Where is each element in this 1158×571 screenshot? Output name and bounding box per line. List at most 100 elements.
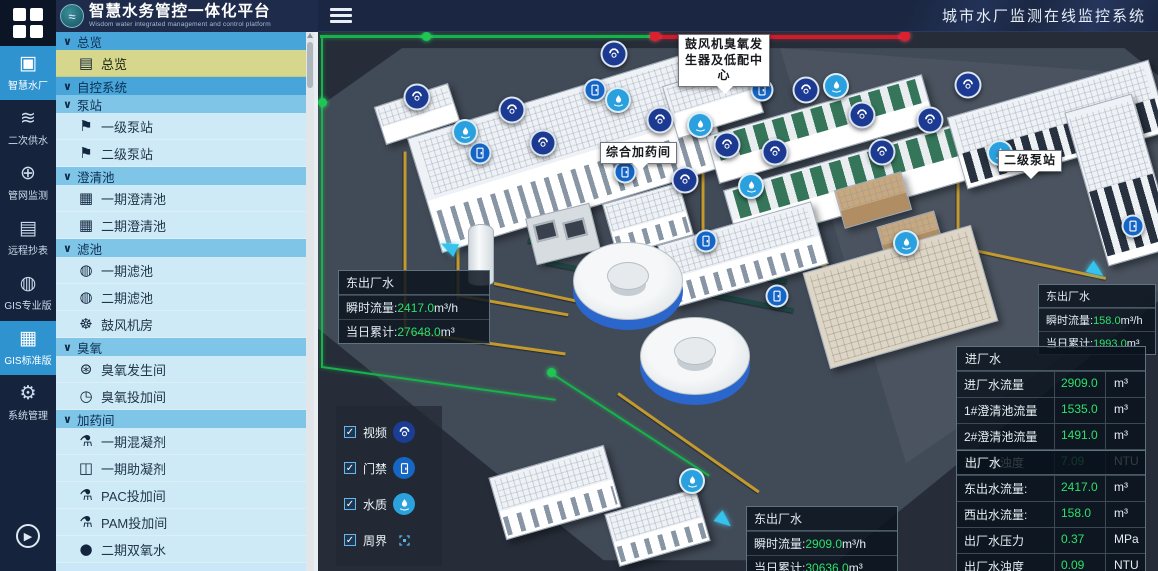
water-marker[interactable] [687,112,713,138]
sidebar-item-remote-meter[interactable]: ▤ 远程抄表 [0,211,56,265]
sidebar-item-gis-pro[interactable]: ◍ GIS专业版 [0,266,56,320]
camera-marker[interactable] [530,130,557,157]
sidebar-item-secondary-water[interactable]: ≋ 二次供水 [0,101,56,155]
legend-item-perimeter[interactable]: ✓ 周界 [336,522,442,558]
tree-item-clarifier-phase2[interactable]: ▦二期澄清池 [56,212,306,239]
video-checkbox[interactable]: ✓ [344,426,356,438]
camera-marker[interactable] [672,167,699,194]
door-access-icon [393,457,415,479]
menu-toggle-icon[interactable] [330,5,352,26]
tree-group-ozone[interactable]: ∨臭氧 [56,338,306,356]
water-marker[interactable] [452,119,478,145]
perimeter-line-green [320,35,656,38]
chevron-down-icon: ∨ [63,170,72,183]
camera-marker[interactable] [404,84,431,111]
pipe-network-icon: ⊕ [20,164,36,183]
water-quality-icon [393,493,415,515]
smart-plant-icon: ▣ [19,54,37,73]
scroll-up-icon [307,33,313,38]
camera-marker[interactable] [601,41,628,68]
water-marker[interactable] [738,173,764,199]
door-checkbox[interactable]: ✓ [344,462,356,474]
tree-item-ozone-dosing[interactable]: ◷臭氧投加间 [56,383,306,410]
sidebar-item-system-manage[interactable]: ⚙ 系统管理 [0,376,56,430]
sidebar-expand-button[interactable]: ▶ [16,524,40,548]
scene-label-pump-station-2: 二级泵站 [998,150,1062,172]
door-marker[interactable] [469,142,492,165]
gis-pro-icon: ◍ [20,274,37,293]
door-marker[interactable] [766,285,789,308]
table-row: 出厂水压力0.37MPa [957,527,1145,553]
camera-marker[interactable] [849,102,876,129]
panel-splitter[interactable] [314,32,318,571]
chevron-down-icon: ∨ [63,98,72,111]
chevron-down-icon: ∨ [63,242,72,255]
tree-item-filter-phase1[interactable]: ◍一期滤池 [56,257,306,284]
apps-grid-button[interactable] [0,0,56,46]
secondary-water-icon: ≋ [20,109,36,128]
perimeter-node [318,98,327,107]
camera-marker[interactable] [499,97,526,124]
perimeter-checkbox[interactable]: ✓ [344,534,356,546]
tree-item-blower-room[interactable]: ☸鼓风机房 [56,311,306,338]
tree-scrollbar-thumb[interactable] [307,42,313,88]
camera-marker[interactable] [714,132,741,159]
table-row: 1#澄清池流量1535.0m³ [957,397,1145,423]
tree-group-filter[interactable]: ∨滤池 [56,239,306,257]
sidebar-item-smart-plant[interactable]: ▣ 智慧水厂 [0,46,56,100]
legend-item-door[interactable]: ✓ 门禁 [336,450,442,486]
door-marker[interactable] [1122,215,1145,238]
legend-item-video[interactable]: ✓ 视频 [336,414,442,450]
water-marker[interactable] [893,230,919,256]
tree-item-pump-station-2[interactable]: ⚑二级泵站 [56,140,306,167]
perimeter-node-alarm [900,32,910,41]
tree-item-overview[interactable]: ▤总览 [56,50,306,77]
tree-item-clarifier-phase1[interactable]: ▦一期澄清池 [56,185,306,212]
tree-item-filter-phase2[interactable]: ◍二期滤池 [56,284,306,311]
sidebar-item-pipe-network[interactable]: ⊕ 管网监测 [0,156,56,210]
camera-marker[interactable] [955,72,982,99]
outflow-water-table: 出厂水 东出水流量:2417.0m³ 西出水流量:158.0m³ 出厂水压力0.… [956,450,1146,571]
door-marker[interactable] [695,230,718,253]
tree-scrollbar[interactable] [306,32,314,571]
system-manage-icon: ⚙ [19,384,36,403]
tree-item-pam-dosing[interactable]: ⚗PAM投加间 [56,509,306,536]
tree-item-pump-station-1[interactable]: ⚑一级泵站 [56,113,306,140]
coagulant-aid-icon: ◫ [75,459,97,477]
filter-pool-icon: ◍ [75,288,97,306]
plant-3d-scene[interactable]: 鼓风机臭氧发生器及低配中心 综合加药间 二级泵站 东出厂水 瞬时流量:2417.… [318,32,1158,571]
water-marker[interactable] [605,87,631,113]
pump-station-icon: ⚑ [75,117,97,135]
tree-item-coagulant-aid-phase1[interactable]: ◫一期助凝剂 [56,455,306,482]
tree-group-clarifier[interactable]: ∨澄清池 [56,167,306,185]
sidebar-item-gis-standard[interactable]: ▦ GIS标准版 [0,321,56,375]
flow-tag-east-3: 东出厂水 瞬时流量:2909.0m³/h 当日累计:30636.0m³ [746,506,898,571]
camera-marker[interactable] [917,107,944,134]
chevron-down-icon: ∨ [63,80,72,93]
water-quality-checkbox[interactable]: ✓ [344,498,356,510]
tree-group-pump-station[interactable]: ∨泵站 [56,95,306,113]
door-marker[interactable] [584,79,607,102]
gis-standard-icon: ▦ [19,329,37,348]
table-row: 进厂水流量2909.0m³ [957,371,1145,397]
pam-dosing-icon: ⚗ [75,513,97,531]
water-marker[interactable] [823,73,849,99]
camera-marker[interactable] [793,77,820,104]
app-title: 智慧水务管控一体化平台 [89,4,271,20]
tree-group-dosing-room[interactable]: ∨加药间 [56,410,306,428]
perimeter-node [547,368,556,377]
tree-group-auto-control[interactable]: ∨自控系统 [56,77,306,95]
perimeter-node [422,32,431,41]
tree-item-coagulant-phase1[interactable]: ⚗一期混凝剂 [56,428,306,455]
legend-item-water-quality[interactable]: ✓ 水质 [336,486,442,522]
tree-item-ozone-generator[interactable]: ⊛臭氧发生间 [56,356,306,383]
tree-item-peroxide-phase2[interactable]: ●二期双氧水 [56,536,306,563]
camera-marker[interactable] [647,107,674,134]
camera-marker[interactable] [869,139,896,166]
pac-dosing-icon: ⚗ [75,486,97,504]
tree-group-overview[interactable]: ∨总览 [56,32,306,50]
scene-label-dosing-room: 综合加药间 [600,142,677,164]
tree-item-pac-dosing[interactable]: ⚗PAC投加间 [56,482,306,509]
water-marker[interactable] [679,468,705,494]
camera-marker[interactable] [762,139,789,166]
